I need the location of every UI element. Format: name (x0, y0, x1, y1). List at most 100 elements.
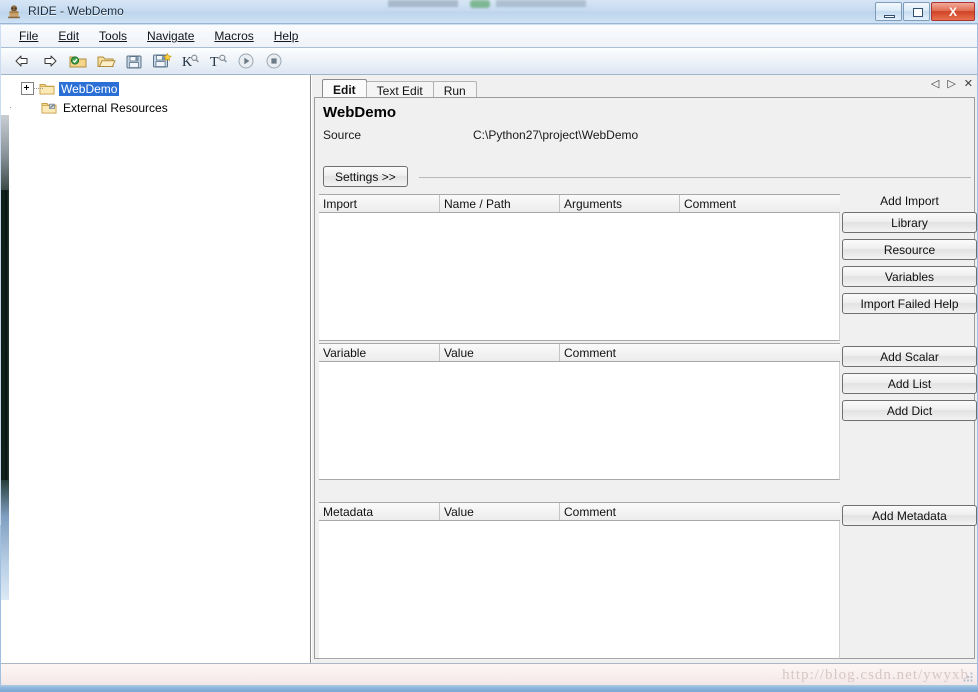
minimize-button[interactable] (875, 2, 902, 21)
folder-link-icon (41, 102, 57, 113)
save-icon (126, 55, 142, 68)
menu-item-tools[interactable]: Tools (89, 26, 137, 46)
menu-item-tools-label: Tools (99, 29, 128, 43)
tree-connector-2 (9, 107, 11, 109)
variable-col-value[interactable]: Value (440, 344, 560, 361)
back-button[interactable] (9, 49, 35, 73)
close-icon: X (948, 4, 957, 19)
metadata-section: Metadata Value Comment (319, 502, 840, 659)
variable-col-comment[interactable]: Comment (560, 344, 840, 361)
menu-item-edit-label: Edit (58, 29, 80, 43)
import-section: Import Name / Path Arguments Comment (319, 194, 840, 341)
background-window-artifact-3 (496, 0, 586, 7)
menu-item-help[interactable]: Help (264, 26, 309, 46)
text-search-icon: T (210, 54, 227, 70)
window-controls: X (875, 2, 975, 22)
project-tree-panel[interactable]: WebDemo External Resources (9, 75, 311, 663)
toolbar: K T (1, 48, 977, 75)
run-button[interactable] (233, 49, 259, 73)
forward-button[interactable] (37, 49, 63, 73)
text-search-button[interactable]: T (205, 49, 231, 73)
stop-icon (266, 53, 282, 69)
close-button[interactable]: X (931, 2, 975, 21)
tree-connector (33, 88, 43, 90)
add-resource-button[interactable]: Resource (842, 239, 977, 260)
menu-item-file[interactable]: File (9, 26, 48, 46)
editor-panel: Edit Text Edit Run ◁ ▷ ✕ WebDemo Source … (312, 75, 977, 663)
import-grid-body[interactable] (319, 213, 840, 341)
menu-bar: File Edit Tools Navigate Macros Help (1, 25, 977, 48)
menu-item-file-label: File (19, 29, 39, 43)
import-col-name-path[interactable]: Name / Path (440, 195, 560, 212)
add-dict-button[interactable]: Add Dict (842, 400, 977, 421)
resize-grip-icon[interactable] (962, 671, 974, 683)
stop-button[interactable] (261, 49, 287, 73)
open-folder-icon (97, 56, 116, 67)
add-library-button[interactable]: Library (842, 212, 977, 233)
import-grid-header: Import Name / Path Arguments Comment (319, 194, 840, 213)
window-title: RIDE - WebDemo (28, 4, 124, 18)
add-metadata-button[interactable]: Add Metadata (842, 505, 977, 526)
menu-item-macros[interactable]: Macros (204, 26, 263, 46)
tree-item-external-resources[interactable]: External Resources (9, 98, 310, 117)
save-all-icon (153, 52, 172, 68)
left-edge-artifact (1, 190, 9, 480)
metadata-grid-body[interactable] (319, 521, 840, 659)
new-project-button[interactable] (65, 49, 91, 73)
tree-item-external-resources-label: External Resources (63, 100, 168, 115)
add-scalar-button[interactable]: Add Scalar (842, 346, 977, 367)
variable-col-variable[interactable]: Variable (319, 344, 440, 361)
run-icon (238, 53, 254, 69)
new-project-icon (69, 55, 87, 67)
settings-toggle-button[interactable]: Settings >> (323, 166, 408, 187)
import-failed-help-button[interactable]: Import Failed Help (842, 293, 977, 314)
metadata-col-comment[interactable]: Comment (560, 503, 840, 520)
editor-header: WebDemo Source C:\Python27\project\WebDe… (315, 98, 974, 190)
metadata-actions: Add Metadata (842, 505, 977, 532)
window-bottom-edge (0, 685, 978, 692)
metadata-col-value[interactable]: Value (440, 503, 560, 520)
tab-next-icon[interactable]: ▷ (947, 79, 955, 90)
minimize-icon (884, 15, 895, 18)
svg-text:K: K (182, 55, 192, 70)
ride-main-window: RIDE - WebDemo X File Edit Tools Navigat… (0, 0, 978, 692)
editor-body: WebDemo Source C:\Python27\project\WebDe… (314, 97, 977, 659)
keyword-search-icon: K (182, 54, 199, 70)
menu-item-navigate-label: Navigate (147, 29, 195, 43)
save-button[interactable] (121, 49, 147, 73)
open-folder-button[interactable] (93, 49, 119, 73)
metadata-col-metadata[interactable]: Metadata (319, 503, 440, 520)
left-edge-artifact-top (1, 115, 9, 190)
import-col-import[interactable]: Import (319, 195, 440, 212)
import-col-comment[interactable]: Comment (680, 195, 840, 212)
menu-item-macros-label: Macros (214, 29, 254, 43)
settings-row: Settings >> (323, 166, 971, 188)
variable-grid-body[interactable] (319, 362, 840, 480)
robot-icon (8, 5, 20, 19)
add-variables-button[interactable]: Variables (842, 266, 977, 287)
save-all-button[interactable] (149, 49, 175, 73)
maximize-button[interactable] (903, 2, 930, 21)
add-list-button[interactable]: Add List (842, 373, 977, 394)
title-bar[interactable]: RIDE - WebDemo X (0, 0, 978, 24)
maximize-icon (913, 8, 923, 17)
variable-section: Variable Value Comment (319, 343, 840, 480)
page-title: WebDemo (323, 104, 397, 121)
tab-close-icon[interactable]: ✕ (964, 79, 973, 90)
menu-item-edit[interactable]: Edit (48, 26, 89, 46)
svg-text:T: T (210, 55, 219, 70)
menu-item-help-label: Help (273, 29, 299, 43)
tree-item-webdemo[interactable]: WebDemo (9, 79, 310, 98)
back-icon (15, 55, 28, 67)
tab-navigation: ◁ ▷ ✕ (931, 79, 973, 90)
menu-item-navigate[interactable]: Navigate (137, 26, 204, 46)
settings-divider (419, 177, 971, 178)
import-actions: Add Import Library Resource Variables Im… (842, 194, 977, 320)
import-col-arguments[interactable]: Arguments (560, 195, 680, 212)
tab-prev-icon[interactable]: ◁ (931, 79, 939, 90)
forward-icon (44, 55, 57, 67)
tree-item-webdemo-label: WebDemo (59, 81, 120, 96)
left-edge-artifact-bottom (1, 480, 9, 600)
background-window-artifact-2 (470, 0, 490, 8)
keyword-search-button[interactable]: K (177, 49, 203, 73)
